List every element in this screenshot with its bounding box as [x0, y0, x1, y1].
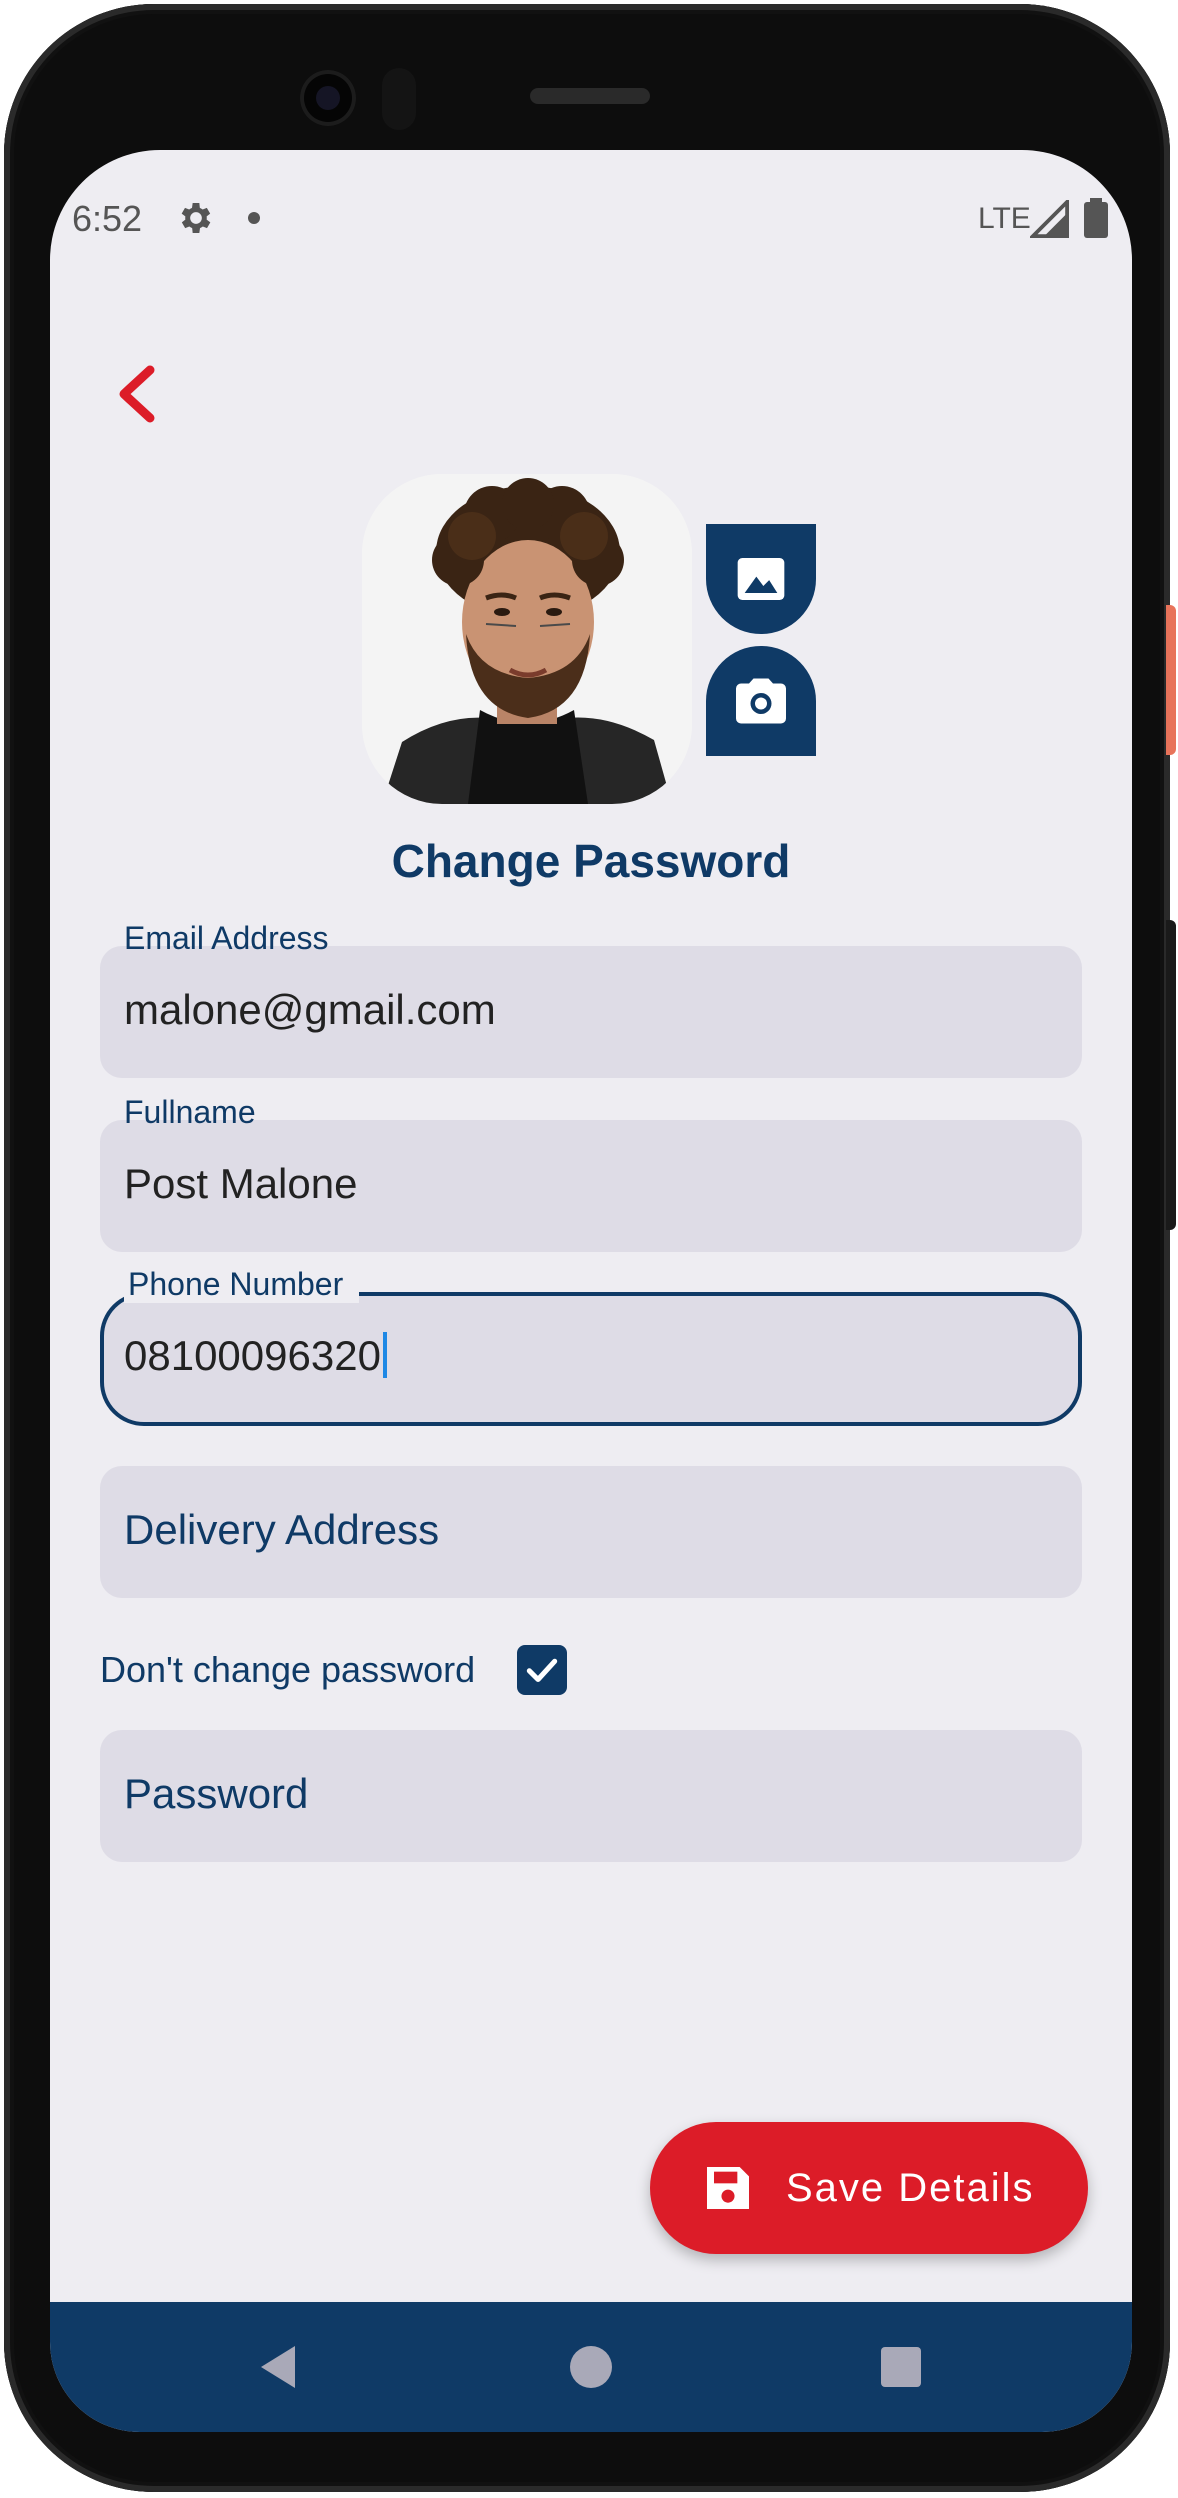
power-button [1166, 605, 1176, 755]
delivery-address-field[interactable]: Delivery Address [100, 1466, 1082, 1598]
nav-recents-button[interactable] [876, 2342, 926, 2392]
nav-back-button[interactable] [252, 2342, 302, 2392]
back-button[interactable] [100, 358, 172, 430]
delivery-address-placeholder: Delivery Address [124, 1506, 440, 1553]
email-value: malone@gmail.com [124, 986, 496, 1033]
front-camera [300, 70, 356, 126]
phone-number-label: Phone Number [124, 1266, 360, 1303]
pick-from-gallery-button[interactable] [706, 524, 816, 634]
checkmark-icon [526, 1658, 558, 1683]
fullname-value: Post Malone [124, 1160, 358, 1207]
notification-dot-icon [248, 212, 260, 224]
phone-number-field[interactable]: Phone Number 08100096320 [100, 1266, 1082, 1426]
page-title: Change Password [391, 835, 791, 887]
profile-avatar [362, 474, 692, 804]
save-icon [707, 2167, 749, 2209]
fullname-label: Fullname [124, 1094, 256, 1130]
earpiece-speaker [530, 88, 650, 104]
system-navigation-bar [50, 2302, 1132, 2432]
password-field[interactable]: Password [100, 1730, 1082, 1862]
status-bar: 6:52 LTE [50, 150, 1132, 280]
dont-change-password-label: Don't change password [100, 1649, 476, 1690]
battery-icon [1084, 198, 1108, 238]
nav-home-button[interactable] [566, 2342, 616, 2392]
chevron-left-icon [119, 365, 155, 423]
back-triangle-icon [261, 2346, 295, 2388]
profile-photo [362, 474, 692, 804]
password-placeholder: Password [124, 1770, 309, 1817]
text-cursor [382, 1332, 387, 1378]
phone-frame: 6:52 LTE Change Password Email Address m… [4, 4, 1170, 2492]
dont-change-password-row: Don't change password [100, 1640, 568, 1700]
gear-icon [181, 203, 211, 233]
save-details-button[interactable]: Save Details [650, 2122, 1088, 2254]
phone-number-value: 08100096320 [124, 1332, 387, 1380]
email-field[interactable]: Email Address malone@gmail.com [100, 920, 1082, 1078]
fullname-field[interactable]: Fullname Post Malone [100, 1094, 1082, 1252]
home-circle-icon [570, 2346, 612, 2388]
signal-icon [1030, 200, 1069, 238]
take-photo-button[interactable] [706, 646, 816, 756]
save-details-label: Save Details [786, 2165, 1035, 2210]
camera-icon [736, 678, 786, 724]
dont-change-password-checkbox[interactable] [517, 1645, 568, 1695]
image-icon [737, 558, 785, 600]
proximity-sensor [382, 68, 416, 130]
network-type: LTE [978, 202, 1031, 235]
status-time: 6:52 [72, 198, 143, 239]
volume-button [1166, 920, 1176, 1230]
email-label: Email Address [124, 920, 329, 956]
screen: 6:52 LTE Change Password Email Address m… [50, 150, 1132, 2432]
recents-square-icon [881, 2347, 921, 2387]
